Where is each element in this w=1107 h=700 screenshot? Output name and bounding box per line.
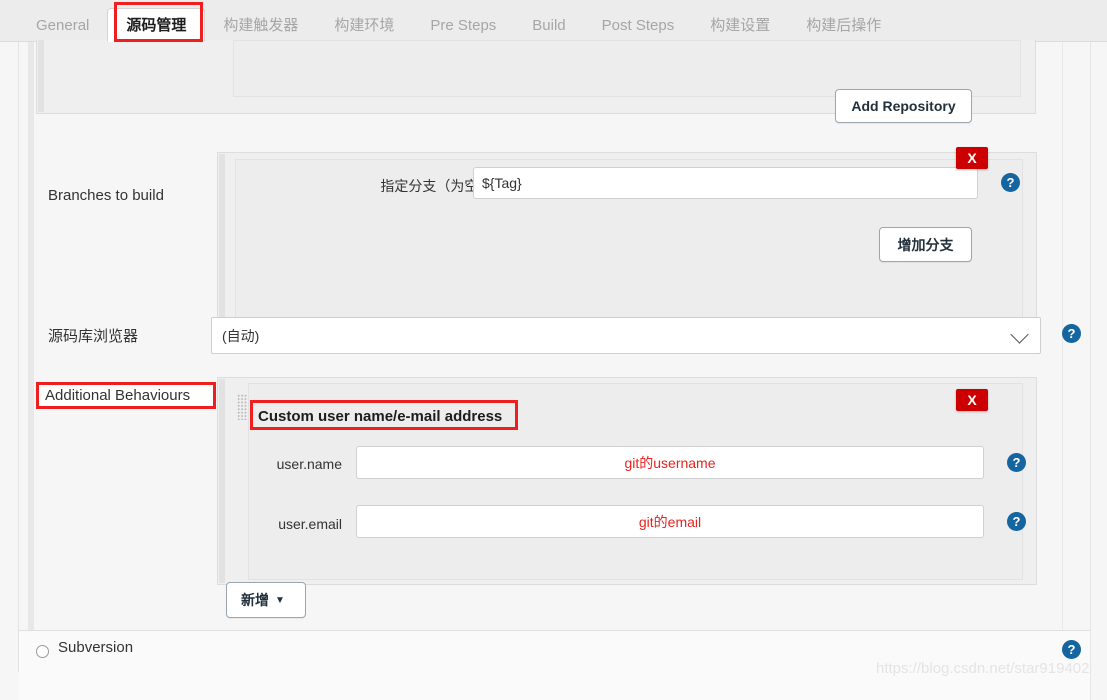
tab-pre-steps[interactable]: Pre Steps bbox=[412, 10, 514, 42]
user-name-help-icon[interactable]: ? bbox=[1007, 453, 1026, 472]
subversion-help-icon[interactable]: ? bbox=[1062, 640, 1081, 659]
tab-build-settings[interactable]: 构建设置 bbox=[692, 10, 788, 42]
tab-build-triggers[interactable]: 构建触发器 bbox=[205, 10, 316, 42]
tab-general[interactable]: General bbox=[18, 10, 107, 42]
behaviour-block-title: Custom user name/e-mail address bbox=[258, 408, 503, 425]
repositories-rail bbox=[38, 40, 44, 112]
scm-section-rail bbox=[28, 42, 34, 630]
tab-build[interactable]: Build bbox=[514, 10, 583, 42]
user-email-help-icon[interactable]: ? bbox=[1007, 512, 1026, 531]
repository-browser-select[interactable]: (自动) bbox=[211, 317, 1041, 354]
behaviour-drag-handle-icon[interactable] bbox=[237, 394, 247, 420]
additional-behaviours-label: Additional Behaviours bbox=[36, 382, 216, 409]
repository-browser-help-icon[interactable]: ? bbox=[1062, 324, 1081, 343]
branches-to-build-label: Branches to build bbox=[48, 187, 164, 204]
tab-build-environment[interactable]: 构建环境 bbox=[316, 10, 412, 42]
user-name-input[interactable]: git的username bbox=[356, 446, 984, 479]
tab-post-steps[interactable]: Post Steps bbox=[584, 10, 693, 42]
right-gutter-line bbox=[1090, 42, 1091, 700]
config-tab-bar: General 源码管理 构建触发器 构建环境 Pre Steps Build … bbox=[0, 0, 1107, 42]
branch-spec-input[interactable]: ${Tag} bbox=[473, 167, 978, 199]
add-branch-button[interactable]: 增加分支 bbox=[879, 227, 972, 262]
subversion-radio[interactable] bbox=[36, 645, 49, 658]
additional-behaviours-rail bbox=[219, 379, 225, 583]
branches-help-icon[interactable]: ? bbox=[1001, 173, 1020, 192]
config-form-content: Add Repository Branches to build 指定分支（为空… bbox=[0, 40, 1107, 700]
repository-browser-selected-value: (自动) bbox=[222, 327, 260, 344]
add-behaviour-dropdown-button[interactable]: 新增 ▼ bbox=[226, 582, 306, 618]
add-repository-button[interactable]: Add Repository bbox=[835, 89, 972, 123]
subversion-label: Subversion bbox=[58, 639, 134, 656]
user-email-label: user.email bbox=[278, 516, 342, 532]
user-name-label: user.name bbox=[276, 456, 342, 472]
caret-down-icon: ▼ bbox=[275, 594, 285, 606]
add-behaviour-label: 新增 bbox=[241, 592, 269, 608]
repository-browser-label: 源码库浏览器 bbox=[48, 328, 139, 345]
tab-source-code-management[interactable]: 源码管理 bbox=[107, 8, 206, 42]
form-left-rail bbox=[18, 42, 19, 672]
branches-delete-button[interactable]: X bbox=[956, 147, 988, 169]
behaviour-delete-button[interactable]: X bbox=[956, 389, 988, 411]
tab-list: General 源码管理 构建触发器 构建环境 Pre Steps Build … bbox=[18, 0, 899, 42]
user-email-input[interactable]: git的email bbox=[356, 505, 984, 538]
chevron-down-icon bbox=[1010, 324, 1029, 344]
watermark-text: https://blog.csdn.net/star919402 bbox=[876, 660, 1090, 677]
tab-post-build-actions[interactable]: 构建后操作 bbox=[788, 10, 899, 42]
